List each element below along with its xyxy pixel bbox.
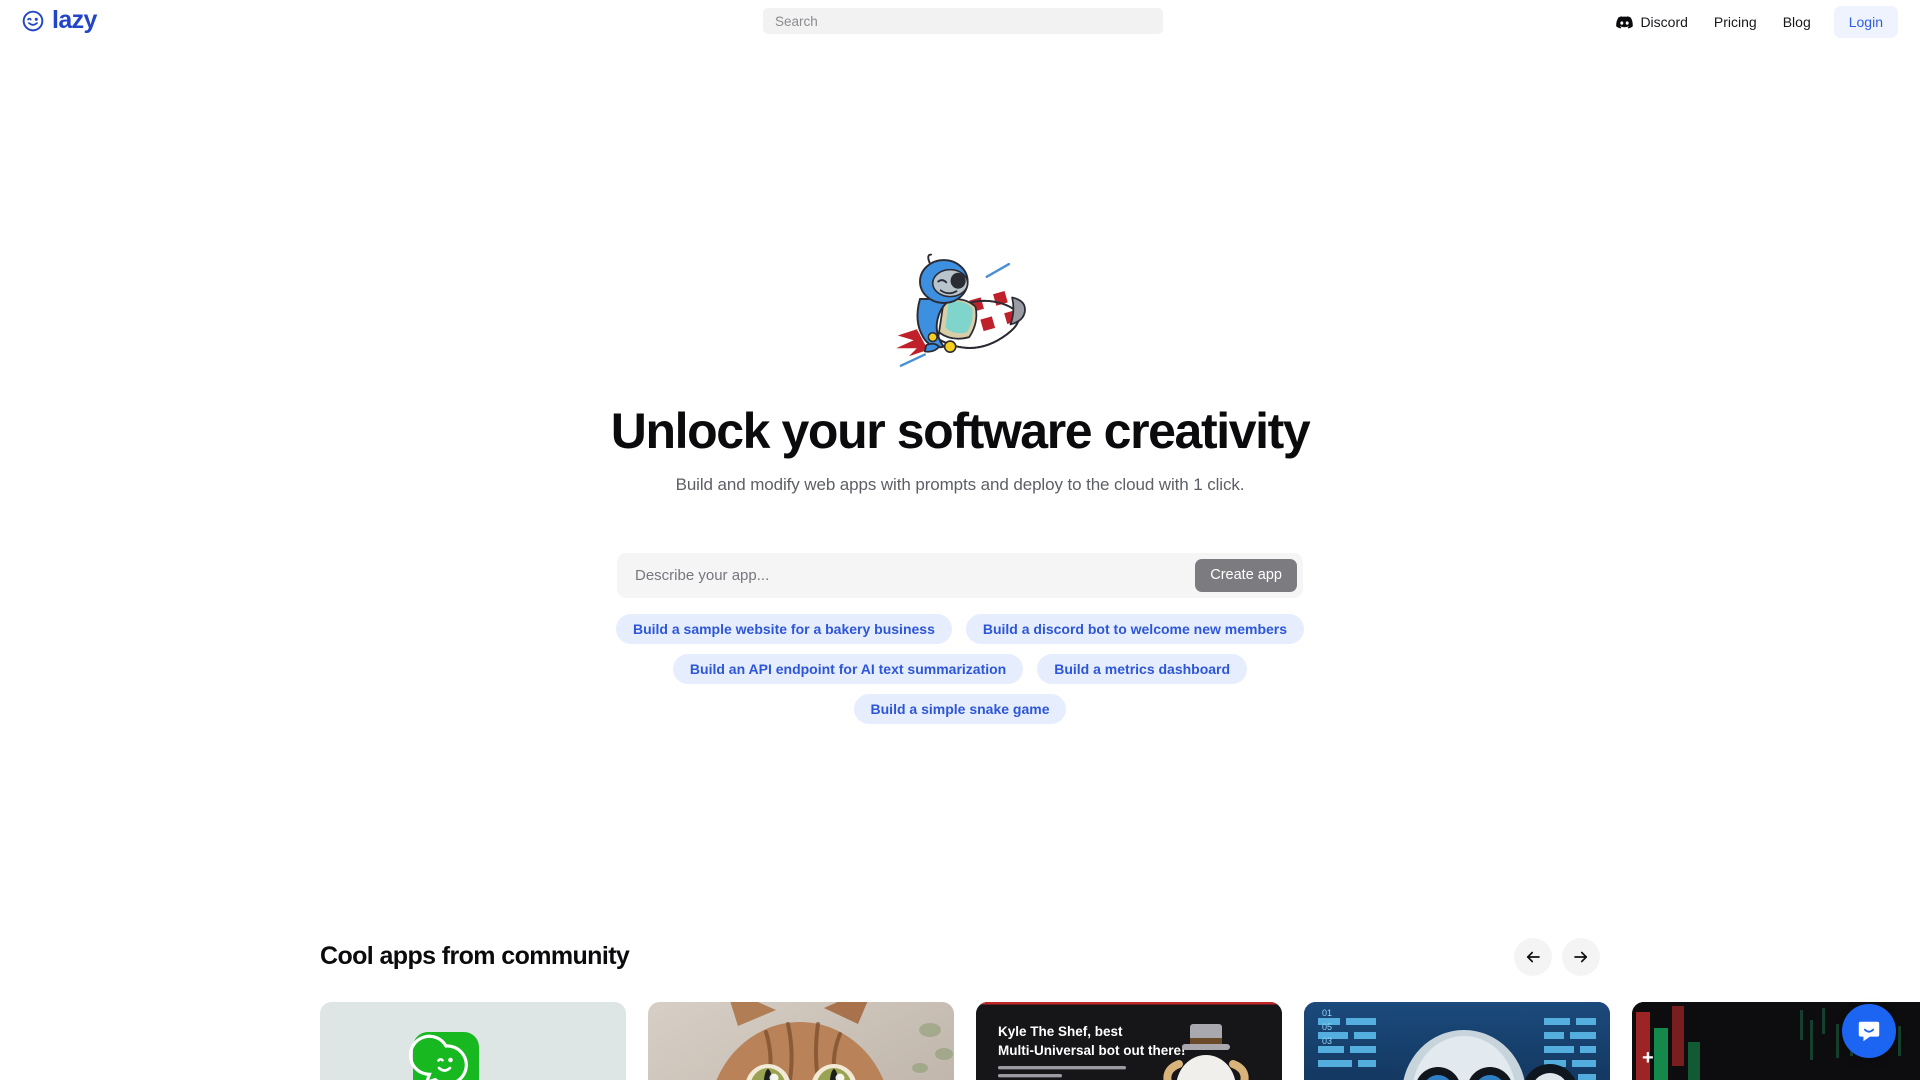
svg-text:03: 03	[1322, 1036, 1332, 1046]
suggestion-chip-metrics-dashboard[interactable]: Build a metrics dashboard	[1037, 653, 1248, 684]
nav-label-pricing: Pricing	[1713, 14, 1757, 30]
carousel-next-button[interactable]	[1562, 937, 1600, 976]
suggestion-chip-snake-game[interactable]: Build a simple snake game	[853, 693, 1067, 724]
create-app-button[interactable]: Create app	[1195, 558, 1297, 592]
suggestion-chips: Build a sample website for a bakery busi…	[565, 613, 1355, 724]
community-card-kyle-the-shef[interactable]: Kyle The Shef, best Multi-Universal bot …	[976, 1001, 1282, 1080]
nav-label-discord: Discord	[1640, 14, 1688, 30]
discord-icon	[1616, 15, 1634, 29]
community-card-data-robot[interactable]: 010503 DATA	[1304, 1001, 1610, 1080]
community-cards: Kyle The Shef, best Multi-Universal bot …	[320, 1001, 1920, 1080]
arrow-right-icon	[1574, 951, 1588, 962]
community-title: Cool apps from community	[320, 942, 630, 970]
brand-logo[interactable]: lazy	[22, 8, 97, 33]
header-nav: Discord Pricing Blog Login	[1603, 6, 1898, 38]
hero-section: Unlock your software creativity Build an…	[0, 49, 1920, 724]
nav-item-pricing[interactable]: Pricing	[1701, 7, 1770, 37]
community-section: Cool apps from community Kyle The Shef, …	[0, 937, 1920, 1080]
nav-label-blog: Blog	[1782, 14, 1811, 30]
suggestion-chip-discord-bot[interactable]: Build a discord bot to welcome new membe…	[965, 613, 1305, 644]
svg-text:Multi-Universal bot out there!: Multi-Universal bot out there!	[998, 1043, 1186, 1058]
page-subtitle: Build and modify web apps with prompts a…	[675, 474, 1245, 494]
carousel-controls	[1514, 937, 1600, 976]
community-card-whatsapp-lazy-bot[interactable]	[320, 1001, 626, 1080]
nav-item-blog[interactable]: Blog	[1770, 7, 1824, 37]
nav-item-discord[interactable]: Discord	[1603, 7, 1700, 37]
community-card-cat-photo[interactable]	[648, 1001, 954, 1080]
community-header: Cool apps from community	[320, 937, 1600, 976]
whatsapp-lazy-bot-icon	[320, 1001, 626, 1080]
smiley-face-icon	[22, 10, 44, 31]
describe-app-input[interactable]	[635, 552, 1196, 598]
svg-text:+: +	[1642, 1047, 1654, 1069]
arrow-left-icon	[1526, 951, 1540, 962]
svg-text:05: 05	[1322, 1022, 1332, 1032]
chat-widget-button[interactable]	[1842, 1004, 1896, 1058]
cat-photo-image	[648, 1001, 954, 1080]
suggestion-chip-bakery[interactable]: Build a sample website for a bakery busi…	[615, 613, 952, 644]
carousel-prev-button[interactable]	[1514, 937, 1552, 976]
page-title: Unlock your software creativity	[610, 403, 1311, 459]
search-input[interactable]	[763, 8, 1163, 34]
search-box[interactable]	[763, 8, 1163, 34]
login-button[interactable]: Login	[1833, 6, 1898, 38]
suggestion-chip-api-endpoint[interactable]: Build an API endpoint for AI text summar…	[672, 653, 1024, 684]
data-robot-image: 010503 DATA	[1304, 1001, 1610, 1080]
kyle-the-shef-preview: Kyle The Shef, best Multi-Universal bot …	[976, 1001, 1282, 1080]
sloth-on-rocket-icon	[895, 253, 1026, 367]
brand-name: lazy	[52, 6, 97, 34]
svg-text:Kyle The Shef, best: Kyle The Shef, best	[998, 1024, 1123, 1039]
svg-text:01: 01	[1322, 1008, 1332, 1018]
chat-bubble-smile-icon	[1858, 1021, 1880, 1042]
site-header: lazy Discord Pricing Blog Login	[0, 0, 1920, 49]
app-prompt-bar[interactable]: Create app	[617, 552, 1303, 598]
